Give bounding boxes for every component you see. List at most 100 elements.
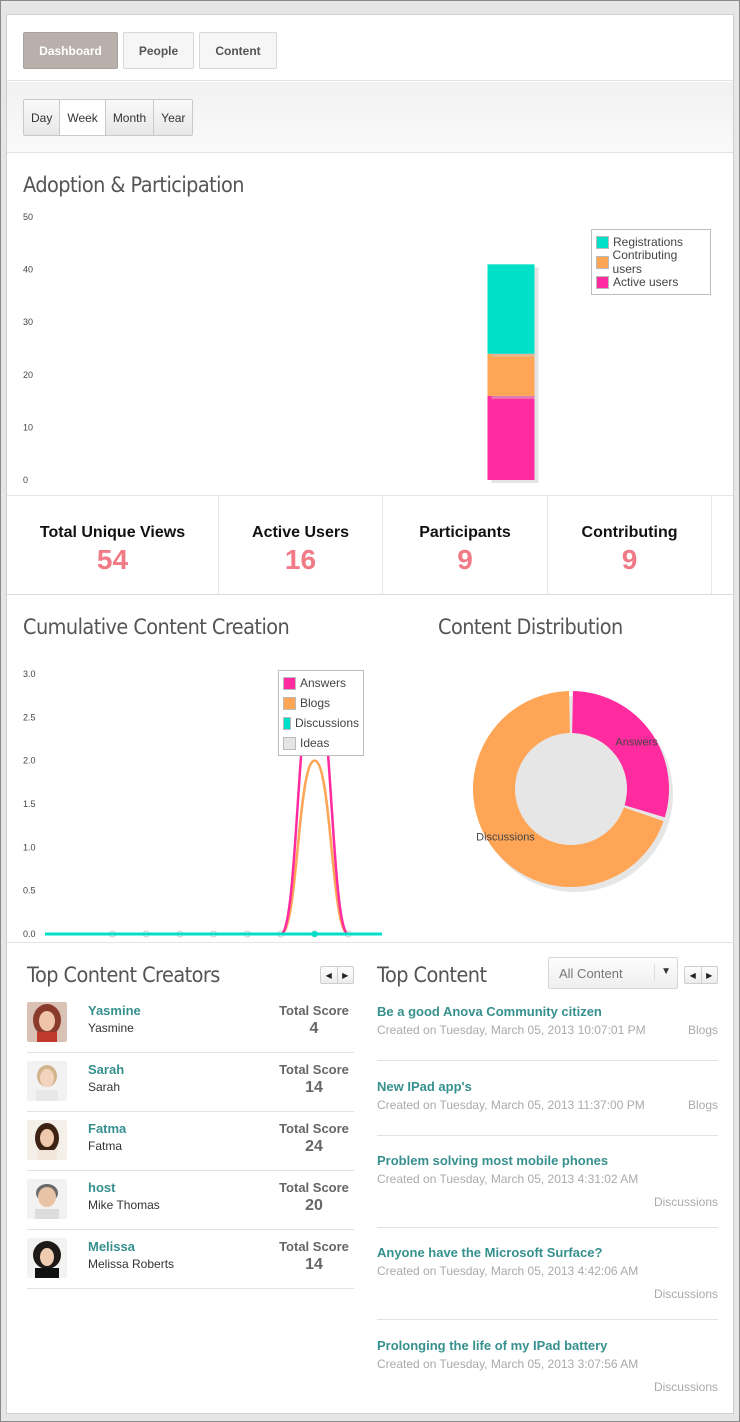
content-title-link[interactable]: New IPad app's — [377, 1079, 472, 1094]
y-tick-label: 1.0 — [23, 842, 36, 852]
score-value: 14 — [305, 1256, 323, 1273]
score-label: Total Score — [279, 1239, 349, 1254]
content-charts-section: Cumulative Content Creation Content Dist… — [7, 595, 733, 943]
content-title-link[interactable]: Anyone have the Microsoft Surface? — [377, 1245, 602, 1260]
tab-dashboard[interactable]: Dashboard — [23, 32, 118, 69]
content-next-button[interactable]: ▶ — [702, 967, 718, 983]
creator-username: Mike Thomas — [88, 1198, 160, 1212]
stat-label: Participants — [419, 524, 511, 541]
range-toolbar: Day Week Month Year — [7, 82, 733, 153]
creator-row: Fatma Fatma Total Score 24 — [27, 1112, 354, 1171]
range-year-button[interactable]: Year — [154, 100, 193, 135]
content-prev-button[interactable]: ◀ — [685, 967, 702, 983]
top-creators-title: Top Content Creators — [27, 963, 220, 987]
adoption-legend: Registrations Contributing users Active … — [591, 229, 711, 295]
y-tick-label: 2.0 — [23, 756, 36, 766]
tab-content[interactable]: Content — [199, 32, 277, 69]
y-tick-label: 0 — [23, 475, 28, 485]
avatar[interactable] — [27, 1120, 67, 1160]
stat-total-unique-views: Total Unique Views 54 — [7, 496, 219, 594]
y-tick-label: 3.0 — [23, 669, 36, 679]
content-category: Blogs — [687, 1023, 718, 1037]
avatar[interactable] — [27, 1179, 67, 1219]
creators-prev-button[interactable]: ◀ — [321, 967, 338, 983]
legend-item-ideas: Ideas — [283, 733, 359, 753]
legend-item-blogs: Blogs — [283, 693, 359, 713]
creators-next-button[interactable]: ▶ — [338, 967, 354, 983]
content-category: Discussions — [653, 1287, 718, 1301]
stat-value: 54 — [96, 544, 129, 575]
y-tick-label: 1.5 — [23, 799, 36, 809]
active-swatch — [596, 275, 609, 289]
creator-row: host Mike Thomas Total Score 20 — [27, 1171, 354, 1230]
main-nav: Dashboard People Content — [7, 15, 733, 81]
registrations-swatch — [596, 235, 609, 249]
avatar[interactable] — [27, 1002, 67, 1042]
score-label: Total Score — [279, 1180, 349, 1195]
content-date: Created on Tuesday, March 05, 2013 4:42:… — [377, 1264, 639, 1278]
legend-label: Registrations — [613, 235, 684, 249]
legend-label: Contributing users — [612, 248, 678, 276]
content-item: New IPad app's Created on Tuesday, March… — [377, 1079, 718, 1136]
score-value: 24 — [305, 1138, 323, 1155]
avatar[interactable] — [27, 1238, 67, 1278]
score-label: Total Score — [279, 1121, 349, 1136]
y-tick-label: 10 — [23, 422, 33, 432]
range-selector: Day Week Month Year — [23, 99, 194, 136]
content-date: Created on Tuesday, March 05, 2013 11:37… — [377, 1098, 645, 1112]
content-category: Discussions — [653, 1380, 718, 1394]
content-filter-value: All Content — [559, 966, 623, 981]
top-content-title: Top Content — [377, 963, 487, 987]
slice-label: Answers — [615, 736, 658, 748]
y-tick-label: 0.0 — [23, 929, 36, 939]
score-value: 4 — [309, 1020, 319, 1037]
content-filter-dropdown[interactable]: All Content ▼ — [548, 957, 678, 989]
avatar[interactable] — [27, 1061, 67, 1101]
stat-contributing: Contributing 9 — [548, 496, 712, 594]
range-day-button[interactable]: Day — [24, 100, 61, 135]
stat-value: 9 — [621, 544, 638, 575]
bar-contributing-users — [487, 353, 535, 396]
discussions-swatch — [283, 716, 291, 730]
discussions-point — [311, 931, 318, 937]
ideas-swatch — [283, 736, 296, 750]
tab-people[interactable]: People — [123, 32, 194, 69]
legend-label: Ideas — [300, 736, 330, 750]
legend-label: Answers — [300, 676, 347, 690]
score-label: Total Score — [279, 1062, 349, 1077]
stat-active-users: Active Users 16 — [219, 496, 383, 594]
content-title-link[interactable]: Be a good Anova Community citizen — [377, 1004, 602, 1019]
legend-label: Active users — [613, 275, 679, 289]
creator-name-link[interactable]: Sarah — [88, 1062, 124, 1077]
content-category: Blogs — [687, 1098, 718, 1112]
range-week-button[interactable]: Week — [60, 100, 106, 135]
creator-name-link[interactable]: Yasmine — [88, 1003, 141, 1018]
content-title-link[interactable]: Prolonging the life of my IPad battery — [377, 1338, 607, 1353]
content-pager: ◀ ▶ — [684, 966, 718, 984]
y-tick-label: 40 — [23, 265, 33, 275]
range-month-button[interactable]: Month — [105, 100, 155, 135]
blogs-swatch — [283, 696, 296, 710]
content-item: Problem solving most mobile phones Creat… — [377, 1153, 718, 1228]
creator-row: Yasmine Yasmine Total Score 4 — [27, 994, 354, 1053]
contributing-swatch — [596, 255, 609, 269]
y-tick-label: 2.5 — [23, 712, 36, 722]
stat-label: Contributing — [581, 524, 678, 541]
creator-name-link[interactable]: Melissa — [88, 1239, 135, 1254]
bar-active-users — [487, 395, 535, 480]
creator-row: Melissa Melissa Roberts Total Score 14 — [27, 1230, 354, 1289]
content-category: Discussions — [653, 1195, 718, 1209]
caret-down-icon: ▼ — [654, 964, 671, 980]
content-date: Created on Tuesday, March 05, 2013 10:07… — [377, 1023, 646, 1037]
legend-label: Blogs — [300, 696, 331, 710]
creator-name-link[interactable]: host — [88, 1180, 115, 1195]
creator-name-link[interactable]: Fatma — [88, 1121, 126, 1136]
content-date: Created on Tuesday, March 05, 2013 4:31:… — [377, 1172, 639, 1186]
distribution-title: Content Distribution — [438, 615, 623, 639]
score-value: 14 — [305, 1079, 323, 1096]
score-label: Total Score — [279, 1003, 349, 1018]
stats-row: Total Unique Views 54 Active Users 16 Pa… — [7, 495, 733, 595]
creators-pager: ◀ ▶ — [320, 966, 354, 984]
legend-label: Discussions — [294, 716, 359, 730]
content-title-link[interactable]: Problem solving most mobile phones — [377, 1153, 608, 1168]
